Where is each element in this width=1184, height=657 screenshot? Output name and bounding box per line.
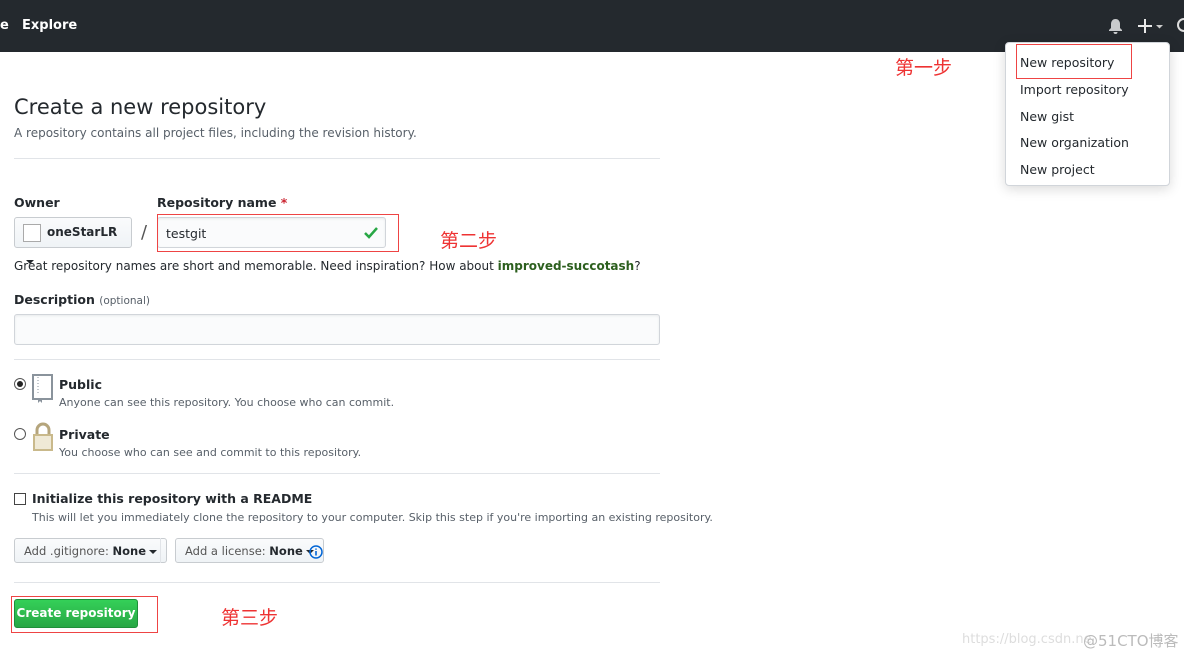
divider <box>14 158 660 159</box>
public-radio[interactable] <box>14 378 26 390</box>
gitignore-select[interactable]: Add .gitignore: None <box>14 538 167 563</box>
annotation-step1: 第一步 <box>895 57 953 79</box>
annotation-step2: 第二步 <box>440 230 498 252</box>
highlight-box-step3 <box>11 596 158 633</box>
repo-name-label: Repository name * <box>157 195 287 210</box>
license-value: None <box>269 544 303 558</box>
bell-icon[interactable] <box>1108 18 1123 34</box>
license-select[interactable]: Add a license: None <box>175 538 324 563</box>
divider <box>160 538 161 563</box>
private-label: Private <box>59 427 110 442</box>
divider <box>14 582 660 583</box>
divider <box>14 473 660 474</box>
page-title: Create a new repository <box>14 95 267 119</box>
owner-select[interactable]: oneStarLR <box>14 217 132 264</box>
nav-link-partial[interactable]: e <box>0 18 9 33</box>
readme-description: This will let you immediately clone the … <box>32 511 713 524</box>
info-icon[interactable] <box>309 545 323 559</box>
readme-checkbox[interactable] <box>14 493 26 505</box>
watermark-csdn: https://blog.csdn.ne <box>962 632 1092 647</box>
hint-text: Great repository names are short and mem… <box>14 259 498 273</box>
repo-name-hint: Great repository names are short and mem… <box>14 259 641 273</box>
menu-item-new-gist[interactable]: New gist <box>1020 109 1074 124</box>
owner-repo-separator: / <box>141 222 148 243</box>
gitignore-prefix: Add .gitignore: <box>24 544 109 558</box>
private-description: You choose who can see and commit to thi… <box>59 446 362 459</box>
public-description: Anyone can see this repository. You choo… <box>59 396 395 409</box>
readme-label: Initialize this repository with a README <box>32 491 313 506</box>
annotation-step3: 第三步 <box>221 607 279 629</box>
caret-down-icon <box>149 549 157 554</box>
avatar-icon[interactable] <box>1176 16 1184 36</box>
owner-value: oneStarLR <box>47 225 118 239</box>
divider <box>14 359 660 360</box>
nav-link-explore[interactable]: Explore <box>22 18 77 33</box>
public-label: Public <box>59 377 102 392</box>
menu-item-new-project[interactable]: New project <box>1020 162 1095 177</box>
lock-icon <box>33 422 53 451</box>
optional-note: (optional) <box>99 295 150 307</box>
repo-book-icon <box>32 374 53 403</box>
description-label-text: Description <box>14 292 95 307</box>
watermark-51cto: @51CTO博客 <box>1083 632 1179 650</box>
private-radio[interactable] <box>14 428 26 440</box>
highlight-box-step1 <box>1016 44 1132 79</box>
description-label: Description (optional) <box>14 292 150 307</box>
owner-avatar <box>23 223 41 242</box>
hint-suffix: ? <box>634 259 641 273</box>
menu-item-import-repository[interactable]: Import repository <box>1020 82 1129 97</box>
plus-dropdown-icon[interactable] <box>1138 18 1164 34</box>
suggested-name-link[interactable]: improved-succotash <box>498 259 635 273</box>
description-input[interactable] <box>14 314 660 345</box>
required-mark: * <box>280 195 288 210</box>
menu-item-new-organization[interactable]: New organization <box>1020 135 1129 150</box>
owner-label: Owner <box>14 195 60 210</box>
highlight-box-step2 <box>157 214 399 252</box>
page-subtitle: A repository contains all project files,… <box>14 126 417 140</box>
repo-name-label-text: Repository name <box>157 195 277 210</box>
gitignore-value: None <box>112 544 146 558</box>
license-prefix: Add a license: <box>185 544 266 558</box>
